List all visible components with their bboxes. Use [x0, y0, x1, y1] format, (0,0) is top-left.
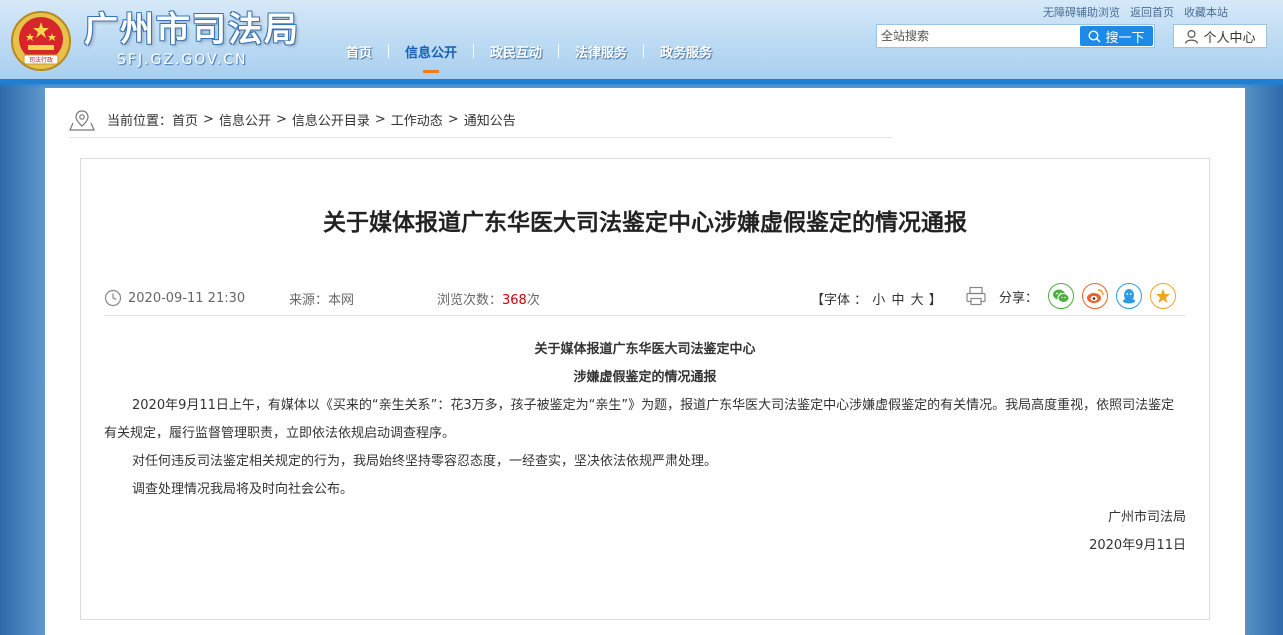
article-meta: 2020-09-11 21:30 来源：本网 浏览次数：368次 【字体 ： 小…	[104, 282, 1186, 316]
wechat-icon	[1053, 289, 1070, 303]
bookmark-site-link[interactable]: 收藏本站	[1184, 4, 1228, 20]
user-center-label: 个人中心	[1203, 30, 1256, 46]
body-paragraph-2: 对任何违反司法鉴定相关规定的行为，我局始终坚持零容忍态度，一经查实，坚决依法依规…	[132, 454, 718, 469]
breadcrumb-item-home[interactable]: 首页	[172, 110, 198, 129]
article-views: 浏览次数：368次	[437, 289, 540, 308]
body-signature: 广州市司法局	[1107, 510, 1186, 525]
share-weibo-button[interactable]	[1082, 283, 1109, 309]
breadcrumb-separator: >	[203, 112, 214, 127]
accessibility-link[interactable]: 无障碍辅助浏览	[1043, 4, 1120, 20]
search-box: 搜一下	[876, 24, 1155, 48]
favorite-icon	[1156, 289, 1171, 303]
font-size-small[interactable]: 小	[872, 293, 885, 308]
search-input[interactable]	[881, 27, 1081, 45]
breadcrumb-separator: >	[374, 112, 386, 127]
views-label: 浏览次数：	[437, 293, 503, 308]
main-nav: 首页 信息公开 政民互动 法律服务 政务服务	[330, 40, 728, 73]
site-title[interactable]: 广州市司法局	[84, 10, 300, 50]
qq-icon	[1123, 288, 1136, 303]
font-size-close: 】	[928, 293, 942, 308]
font-size-medium[interactable]: 中	[891, 293, 904, 308]
back-home-link[interactable]: 返回首页	[1130, 4, 1174, 20]
site-domain: SFJ.GZ.GOV.CN	[117, 52, 248, 68]
nav-item-info-disclosure[interactable]: 信息公开	[389, 42, 473, 73]
search-button[interactable]: 搜一下	[1080, 26, 1153, 46]
breadcrumb-item-info-disclosure[interactable]: 信息公开	[219, 110, 271, 129]
judicial-emblem-logo[interactable]: 司法行政	[10, 8, 72, 74]
article-source: 来源：本网	[289, 293, 355, 308]
font-size-open: 【字体 ：	[811, 293, 868, 308]
views-unit: 次	[526, 293, 540, 308]
article: 关于媒体报道广东华医大司法鉴定中心涉嫌虚假鉴定的情况通报 2020-09-11 …	[80, 158, 1210, 620]
clock-icon	[104, 289, 122, 307]
share-label: 分享：	[999, 290, 1039, 306]
emblem-label: 司法行政	[29, 56, 53, 64]
nav-item-interaction[interactable]: 政民互动	[474, 42, 558, 61]
nav-item-home[interactable]: 首页	[330, 42, 388, 61]
article-body: 关于媒体报道广东华医大司法鉴定中心 涉嫌虚假鉴定的情况通报 2020年9月11日…	[104, 336, 1186, 560]
search-icon	[1088, 29, 1102, 43]
print-icon[interactable]	[965, 285, 987, 307]
top-links: 无障碍辅助浏览 返回首页 收藏本站	[1043, 4, 1228, 20]
user-center-button[interactable]: 个人中心	[1173, 24, 1267, 48]
body-paragraph-1: 2020年9月11日上午，有媒体以《买来的“亲生关系”：花3万多，孩子被鉴定为“…	[104, 398, 1175, 441]
breadcrumb-item-notices[interactable]: 通知公告	[464, 110, 516, 129]
breadcrumb-separator: >	[275, 112, 287, 127]
views-count: 368	[502, 293, 527, 308]
font-size-selector: 【字体 ： 小 中 大 】	[811, 289, 942, 308]
body-heading-line1: 关于媒体报道广东华医大司法鉴定中心	[534, 342, 756, 357]
body-heading-line2: 涉嫌虚假鉴定的情况通报	[573, 370, 717, 385]
share-favorite-button[interactable]	[1150, 283, 1177, 309]
breadcrumb-item-info-catalog[interactable]: 信息公开目录	[292, 110, 370, 129]
article-date-text: 2020-09-11 21:30	[128, 290, 246, 306]
user-icon	[1185, 29, 1199, 44]
breadcrumb-separator: >	[447, 112, 459, 127]
article-date: 2020-09-11 21:30	[104, 289, 245, 307]
font-size-large[interactable]: 大	[911, 293, 924, 308]
article-title: 关于媒体报道广东华医大司法鉴定中心涉嫌虚假鉴定的情况通报	[323, 210, 967, 236]
share-qq-button[interactable]	[1116, 283, 1143, 309]
share-area: 分享：	[965, 282, 1177, 310]
main-content: 当前位置： 首页 > 信息公开 > 信息公开目录 > 工作动态 > 通知公告 关…	[45, 88, 1245, 635]
share-wechat-button[interactable]	[1048, 283, 1075, 309]
nav-item-legal-services[interactable]: 法律服务	[559, 42, 643, 61]
search-button-label: 搜一下	[1105, 30, 1145, 46]
breadcrumb: 当前位置： 首页 > 信息公开 > 信息公开目录 > 工作动态 > 通知公告	[69, 102, 893, 138]
breadcrumb-prefix: 当前位置：	[107, 114, 173, 129]
breadcrumb-item-work-news[interactable]: 工作动态	[391, 110, 443, 129]
site-header: 司法行政 广州市司法局 SFJ.GZ.GOV.CN 首页 信息公开 政民互动 法…	[0, 0, 1283, 88]
body-sign-date: 2020年9月11日	[1089, 538, 1186, 553]
body-paragraph-3: 调查处理情况我局将及时向社会公布。	[132, 482, 354, 497]
nav-item-gov-services[interactable]: 政务服务	[644, 42, 728, 61]
location-pin-icon	[69, 109, 95, 131]
weibo-icon	[1087, 289, 1104, 303]
